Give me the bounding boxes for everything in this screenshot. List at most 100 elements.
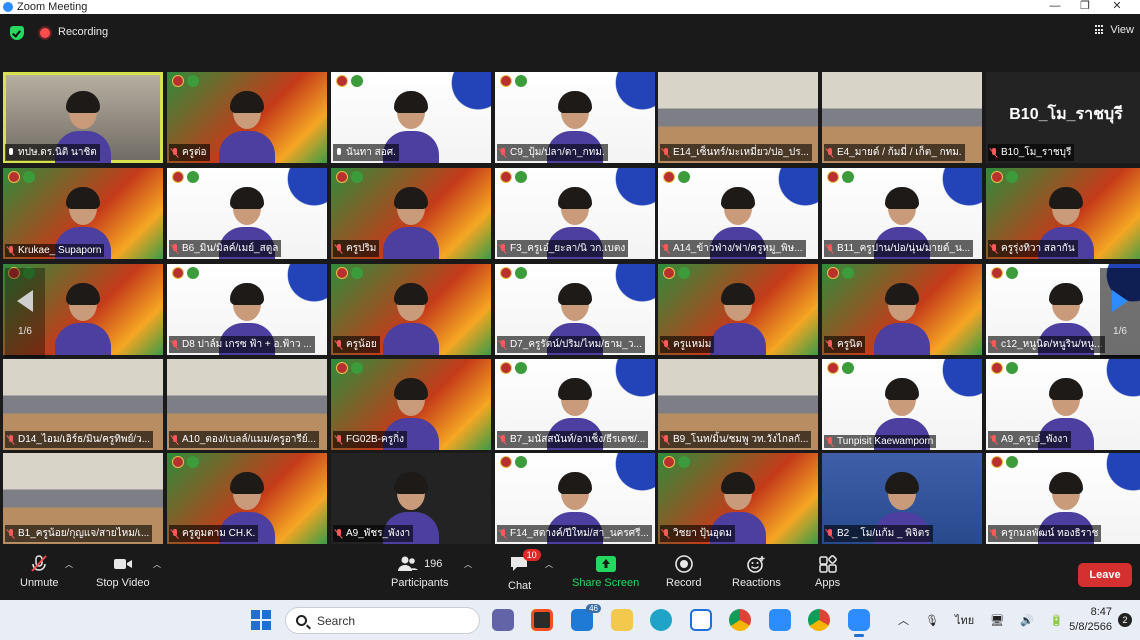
participant-video-tile[interactable]: ครูรุ่งทิวา สลากัน bbox=[986, 168, 1140, 259]
participant-name-bar: A9_พัชร_พังงา bbox=[333, 525, 414, 542]
participant-video-tile[interactable]: B6_มิน/มิลค์/เมย์_สตูล bbox=[167, 168, 327, 259]
participants-options-chevron-icon[interactable]: ︿ bbox=[464, 559, 472, 570]
chrome-browser-icon[interactable] bbox=[729, 609, 751, 631]
participant-display-name-large: B10_โม_ราชบุรี bbox=[1009, 106, 1123, 123]
participant-video-tile[interactable]: Tunpisit Kaewamporn bbox=[822, 359, 982, 450]
participant-video-tile[interactable]: A14_ข้าวฟ่าง/ฟา/ครูหมู_พิษ... bbox=[658, 168, 818, 259]
edge-browser-icon[interactable] bbox=[650, 609, 672, 631]
audio-options-chevron-icon[interactable]: ︿ bbox=[65, 559, 73, 570]
participant-video-tile[interactable]: B2 _ โม/แก้ม _ พิจิตร bbox=[822, 453, 982, 544]
participant-video-tile[interactable]: ครูน้อย bbox=[331, 264, 491, 355]
participant-video-tile[interactable]: D14_ไอม/เอิร์ธ/มิน/ครูทิพย์/ว... bbox=[3, 359, 163, 450]
participant-video-tile[interactable]: ครูแหม่ม bbox=[658, 264, 818, 355]
school-emblem-icon bbox=[663, 267, 675, 279]
participant-video-tile[interactable]: C9_ปุ้ม/ปลา/ดา_กทม. bbox=[495, 72, 655, 163]
smiley-icon bbox=[747, 556, 765, 573]
participant-video-tile[interactable]: A9_พัชร_พังงา bbox=[331, 453, 491, 544]
show-hidden-icons-icon[interactable]: ︿ bbox=[898, 612, 909, 628]
chat-button[interactable]: 10 Chat bbox=[508, 549, 541, 592]
volume-icon[interactable]: 🔊 bbox=[1020, 614, 1034, 627]
taskbar-clock[interactable]: 8:47 5/8/2566 bbox=[1069, 605, 1112, 635]
video-options-chevron-icon[interactable]: ︿ bbox=[153, 559, 161, 570]
participant-video-tile[interactable]: A10_ตอง/เบลล์/แมม/ครูอารีย์... bbox=[167, 359, 327, 450]
teams-chat-icon[interactable] bbox=[492, 609, 514, 631]
leave-button[interactable]: Leave bbox=[1078, 563, 1132, 587]
mic-muted-icon bbox=[662, 243, 670, 254]
participant-video-tile[interactable]: B7_มนัสสนันท์/อาเซ็ง/ธีรเดช/... bbox=[495, 359, 655, 450]
participant-name-bar: FG02B-ครูกิ่ง bbox=[333, 431, 408, 448]
close-button[interactable]: ✕ bbox=[1102, 0, 1132, 14]
mic-muted-icon bbox=[335, 434, 343, 445]
participants-button[interactable]: 196 Participants bbox=[391, 555, 448, 589]
participant-name-bar: A9_ครูเอ๋_พังงา bbox=[988, 431, 1071, 448]
participant-name-bar: D8 ปาล์ม เกรซ ฟ้า + อ.ฟ้าว ... bbox=[169, 336, 315, 353]
record-button[interactable]: Record bbox=[666, 555, 701, 589]
battery-icon[interactable]: 🔋 bbox=[1050, 614, 1064, 627]
mic-muted-icon bbox=[826, 528, 834, 539]
file-explorer-icon[interactable] bbox=[611, 609, 633, 631]
apps-icon bbox=[818, 555, 837, 573]
participant-video-tile[interactable]: วิชยา ปุ้นอุดม bbox=[658, 453, 818, 544]
participant-video-tile[interactable]: A9_ครูเอ๋_พังงา bbox=[986, 359, 1140, 450]
participant-video-tile[interactable]: ครูต่อ bbox=[167, 72, 327, 163]
participant-video-tile[interactable]: E4_มายด์ / ก้มมี่ / เก็ต_ กทม. bbox=[822, 72, 982, 163]
participant-video-tile[interactable]: ครูนิต bbox=[822, 264, 982, 355]
zoom-taskbar-icon[interactable] bbox=[848, 609, 870, 637]
leaf-emblem-icon bbox=[351, 171, 363, 183]
participant-video-tile[interactable]: ครูตูมตาม CH.K. bbox=[167, 453, 327, 544]
unmute-button[interactable]: Unmute bbox=[20, 555, 59, 589]
maximize-button[interactable]: ❐ bbox=[1070, 0, 1100, 14]
participant-video-tile[interactable]: ครูปริม bbox=[331, 168, 491, 259]
participant-video-tile[interactable]: B10_โม_ราชบุรี B10_โม_ราชบุรี bbox=[986, 72, 1140, 163]
apps-button[interactable]: Apps bbox=[815, 555, 840, 589]
participant-video-tile[interactable]: D7_ครูรัตน์/ปริม/ไหม/ธาม_ว... bbox=[495, 264, 655, 355]
participant-name: ครูนิต bbox=[837, 339, 863, 350]
participant-video-tile[interactable]: FG02B-ครูกิ่ง bbox=[331, 359, 491, 450]
video-camera-icon bbox=[113, 559, 132, 569]
mail-icon[interactable]: 46 bbox=[571, 604, 601, 631]
participant-video-tile[interactable]: นันทา สอศ. bbox=[331, 72, 491, 163]
chrome-profile-icon[interactable] bbox=[808, 609, 830, 631]
minimize-button[interactable]: — bbox=[1040, 0, 1070, 14]
next-page-button[interactable]: 1/6 bbox=[1100, 268, 1140, 358]
leaf-emblem-icon bbox=[187, 75, 199, 87]
input-language[interactable]: ไทย bbox=[955, 611, 974, 629]
share-screen-button[interactable]: Share Screen bbox=[572, 555, 639, 589]
participant-video-tile[interactable]: ทปษ.ดร.นิติ นาชิต bbox=[3, 72, 163, 163]
recording-label[interactable]: Recording bbox=[58, 26, 108, 38]
next-arrow-icon bbox=[1112, 289, 1128, 312]
view-button[interactable]: View bbox=[1095, 24, 1134, 36]
taskbar-search-input[interactable]: Search bbox=[285, 607, 480, 634]
notification-count-badge[interactable]: 2 bbox=[1118, 613, 1132, 627]
participant-video-tile[interactable]: F3_ครูเอ๋_ยะลา/นิ วก.เบตง bbox=[495, 168, 655, 259]
participant-video-tile[interactable]: ครูกมลพัฒน์ ทองธิราช bbox=[986, 453, 1140, 544]
recording-dot-icon bbox=[40, 28, 50, 38]
microphone-icon[interactable]: 🎙 bbox=[925, 614, 939, 627]
security-shield-icon[interactable] bbox=[10, 26, 24, 40]
participant-video-tile[interactable]: B1_ครูน้อย/กุญแจ/สายไหม/เ... bbox=[3, 453, 163, 544]
mic-muted-icon bbox=[662, 434, 670, 445]
stop-video-button[interactable]: Stop Video bbox=[96, 555, 150, 589]
school-emblem-icon bbox=[500, 267, 512, 279]
participant-video-tile[interactable]: B11_ครูปาน/ปอ/นุ่น/มายด์_น... bbox=[822, 168, 982, 259]
participant-video-tile[interactable]: E14_เซ็นทร์/มะเหมี่ยว/ปอ_ปร... bbox=[658, 72, 818, 163]
reactions-button[interactable]: Reactions bbox=[732, 555, 781, 589]
participant-video-image bbox=[874, 283, 930, 355]
previous-page-button[interactable]: 1/6 bbox=[5, 268, 45, 358]
l-app-icon[interactable] bbox=[690, 609, 712, 631]
windows-start-icon[interactable] bbox=[251, 610, 271, 630]
windows-taskbar: Search 46 ︿ 🎙 ไทย 🖥 🔊 🔋 8:47 5/8/2566 2 bbox=[0, 600, 1140, 640]
participant-name: C9_ปุ้ม/ปลา/ดา_กทม. bbox=[510, 147, 605, 158]
participant-video-tile[interactable]: F14_สตางค์/ปีใหม่/สา_นครศรี... bbox=[495, 453, 655, 544]
network-icon[interactable]: 🖥 bbox=[990, 614, 1004, 627]
participant-name: B6_มิน/มิลค์/เมย์_สตูล bbox=[182, 243, 279, 254]
participant-name: ครูกมลพัฒน์ ทองธิราช bbox=[1001, 528, 1099, 539]
microsoft-store-icon[interactable] bbox=[531, 609, 553, 631]
participant-video-tile[interactable]: D8 ปาล์ม เกรซ ฟ้า + อ.ฟ้าว ... bbox=[167, 264, 327, 355]
participant-video-tile[interactable]: B9_โนท/มิ้น/ชมพู วท.วังไกลกั... bbox=[658, 359, 818, 450]
mic-muted-icon bbox=[826, 243, 834, 254]
participant-video-tile[interactable]: Krukae_ Supaporn bbox=[3, 168, 163, 259]
participant-video-image bbox=[219, 91, 275, 163]
chat-options-chevron-icon[interactable]: ︿ bbox=[545, 559, 553, 570]
word-app-icon[interactable] bbox=[769, 609, 791, 631]
